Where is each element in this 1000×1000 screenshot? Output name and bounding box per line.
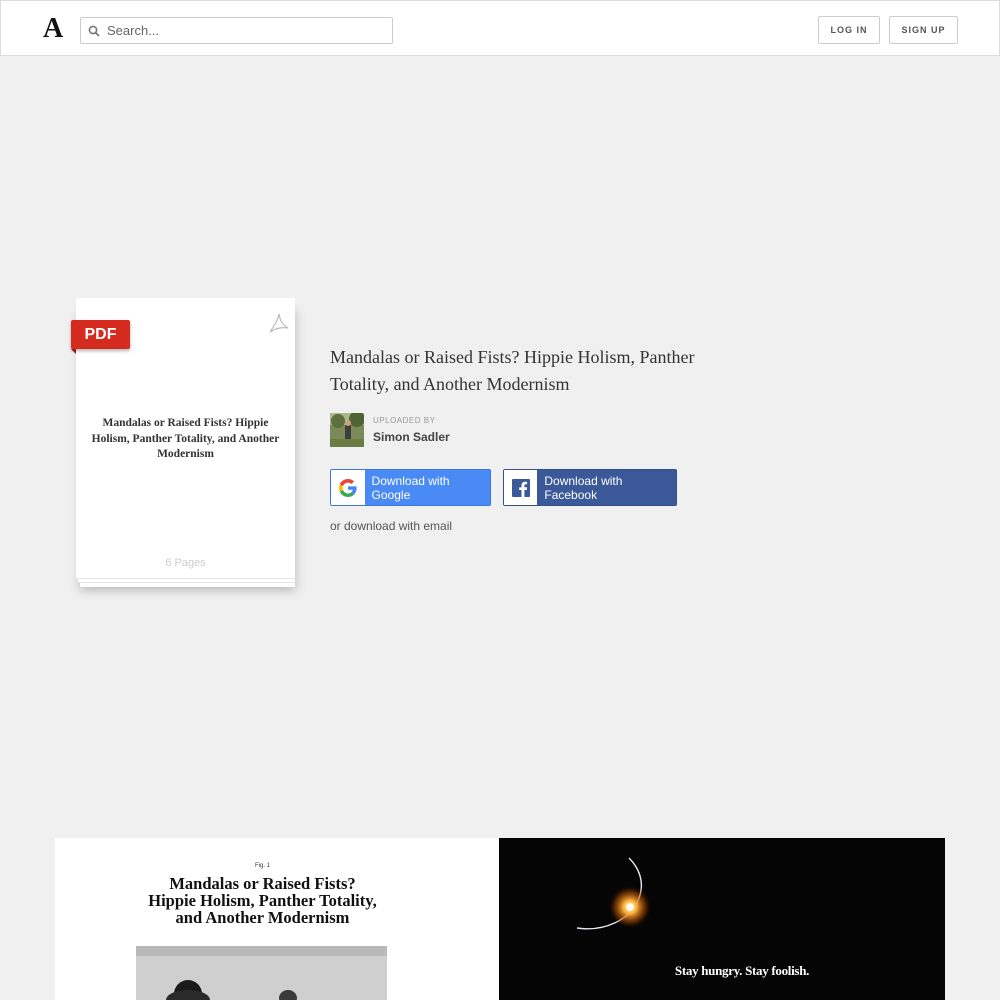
acrobat-icon xyxy=(268,312,290,339)
signup-button[interactable]: SIGN UP xyxy=(889,16,958,44)
uploaded-by-label: UPLOADED BY xyxy=(373,416,436,425)
search-icon xyxy=(81,18,107,43)
page-preview-left: Fig. 1 Mandalas or Raised Fists? Hippie … xyxy=(55,838,499,1000)
pdf-badge: PDF xyxy=(71,320,130,349)
facebook-button-label: Download with Facebook xyxy=(544,473,623,502)
search-input[interactable] xyxy=(107,23,377,38)
pdf-badge-fold xyxy=(71,349,76,354)
page-heading-line-1: Mandalas or Raised Fists? xyxy=(169,874,356,893)
search-box[interactable] xyxy=(80,17,393,44)
facebook-icon xyxy=(504,470,538,505)
page-heading-line-2: Hippie Holism, Panther Totality, xyxy=(148,891,377,910)
top-header: A LOG IN SIGN UP xyxy=(0,0,1000,56)
avatar[interactable] xyxy=(330,413,364,447)
page-photo xyxy=(136,946,387,1000)
login-button[interactable]: LOG IN xyxy=(818,16,880,44)
document-title: Mandalas or Raised Fists? Hippie Holism,… xyxy=(330,347,695,394)
download-facebook-button[interactable]: Download with Facebook xyxy=(503,469,677,506)
google-button-label: Download with Google xyxy=(371,473,450,502)
academia-logo[interactable]: A xyxy=(43,13,63,45)
uploader-name[interactable]: Simon Sadler xyxy=(373,430,450,444)
page-heading: Mandalas or Raised Fists? Hippie Holism,… xyxy=(55,875,470,926)
download-email-link[interactable]: or download with email xyxy=(330,519,452,533)
page-heading-line-3: and Another Modernism xyxy=(175,908,350,927)
page-preview-right: Stay hungry. Stay foolish. xyxy=(499,838,945,1000)
figure-label: Fig. 1 xyxy=(254,863,270,869)
google-icon xyxy=(331,470,365,505)
page-count: 6 Pages xyxy=(165,557,206,569)
thumbnail-title: Mandalas or Raised Fists? Hippie Holism,… xyxy=(91,417,280,460)
slogan-text: Stay hungry. Stay foolish. xyxy=(674,963,810,978)
download-google-button[interactable]: Download with Google xyxy=(330,469,491,506)
